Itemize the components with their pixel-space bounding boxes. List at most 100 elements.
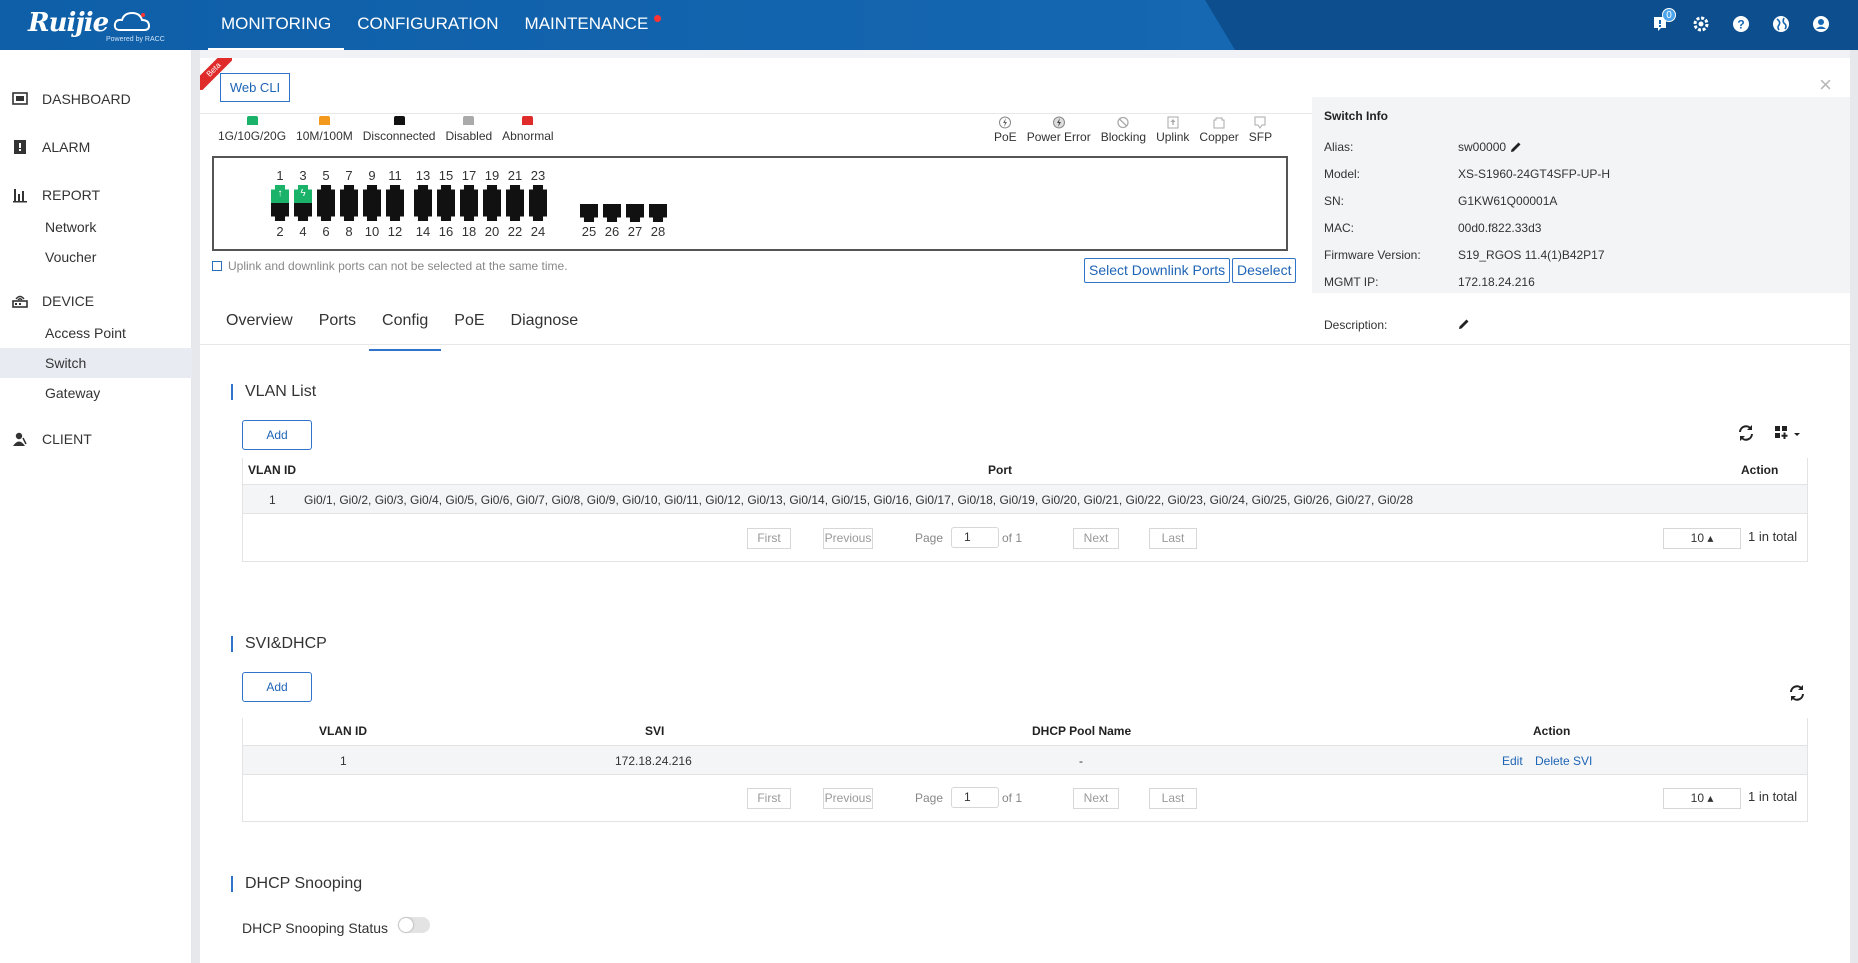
gear-icon[interactable] <box>1692 15 1712 35</box>
last-page-button[interactable]: Last <box>1149 528 1197 549</box>
nav-configuration[interactable]: CONFIGURATION <box>344 0 511 50</box>
table-row[interactable]: 1 172.18.24.216 - Edit Delete SVI <box>243 745 1807 775</box>
page-size-select[interactable]: 10 ▴ <box>1663 528 1741 549</box>
page-number-input[interactable]: 1 <box>951 787 999 808</box>
nav-maintenance[interactable]: MAINTENANCE <box>512 0 667 50</box>
port-number-label: 17 <box>461 168 477 183</box>
deselect-button[interactable]: Deselect <box>1232 258 1297 283</box>
switch-port-8[interactable] <box>340 203 358 221</box>
sidebar-item-client[interactable]: CLIENT <box>0 424 192 454</box>
edit-alias-pencil-icon[interactable] <box>1510 141 1522 153</box>
page-label: Page <box>915 791 944 805</box>
web-cli-button[interactable]: Web CLI <box>220 73 290 102</box>
page-number-input[interactable]: 1 <box>951 527 999 548</box>
table-row[interactable]: 1 Gi0/1, Gi0/2, Gi0/3, Gi0/4, Gi0/5, Gi0… <box>243 484 1807 514</box>
switch-port-4[interactable] <box>294 203 312 221</box>
column-settings-icon[interactable] <box>1774 424 1802 442</box>
globe-icon[interactable] <box>1772 15 1792 35</box>
svi-vlan-id-header: VLAN ID <box>319 724 367 738</box>
switch-port-panel: 1 ↑ 3 ϟ 5 7 9 11 13 15 17 19 21 23 2 4 6 8 10 12 14 16 18 20 22 2… <box>212 156 1288 251</box>
first-page-button[interactable]: First <box>747 528 791 549</box>
svi-dhcp-title: SVI&DHCP <box>231 636 327 652</box>
switch-port-16[interactable] <box>437 203 455 221</box>
switch-port-20[interactable] <box>483 203 501 221</box>
sidebar-item-voucher[interactable]: Voucher <box>0 242 192 272</box>
switch-port-19[interactable] <box>483 185 501 203</box>
switch-info-box: Switch Info Alias: sw00000 Model: XS-S19… <box>1312 97 1850 293</box>
switch-port-6[interactable] <box>317 203 335 221</box>
total-count: 1 in total <box>1748 529 1798 544</box>
port-number-label: 24 <box>530 224 546 239</box>
switch-port-27[interactable] <box>626 204 644 222</box>
uplink-icon <box>1167 116 1179 129</box>
last-page-button[interactable]: Last <box>1149 788 1197 809</box>
notification-icon[interactable]: 0 <box>1652 8 1676 35</box>
dhcp-snooping-toggle[interactable] <box>398 917 430 933</box>
sidebar-item-device[interactable]: DEVICE <box>0 286 192 316</box>
close-icon[interactable]: × <box>1819 72 1832 98</box>
action-header: Action <box>1741 463 1779 477</box>
switch-port-14[interactable] <box>414 203 432 221</box>
add-svi-button[interactable]: Add <box>242 672 312 702</box>
previous-page-button[interactable]: Previous <box>823 528 873 549</box>
sidebar-item-alarm[interactable]: ALARM <box>0 132 192 162</box>
refresh-icon[interactable] <box>1737 424 1755 442</box>
switch-port-5[interactable] <box>317 185 335 203</box>
sidebar-item-switch[interactable]: Switch <box>0 348 192 378</box>
next-page-button[interactable]: Next <box>1073 788 1119 809</box>
info-label-mgmt-ip: MGMT IP: <box>1324 275 1379 289</box>
nav-monitoring[interactable]: MONITORING <box>208 0 345 50</box>
page-scrollbar[interactable] <box>1850 50 1858 963</box>
switch-port-11[interactable] <box>386 185 404 203</box>
switch-port-22[interactable] <box>506 203 524 221</box>
switch-port-26[interactable] <box>603 204 621 222</box>
sidebar-item-network[interactable]: Network <box>0 212 192 242</box>
refresh-icon[interactable] <box>1788 684 1806 702</box>
first-page-button[interactable]: First <box>747 788 791 809</box>
sidebar-item-access-point[interactable]: Access Point <box>0 318 192 348</box>
ruijie-logo[interactable]: Ruijie Powered by RACC <box>28 8 165 44</box>
switch-port-10[interactable] <box>363 203 381 221</box>
switch-port-15[interactable] <box>437 185 455 203</box>
powered-by-text: Powered by RACC <box>106 36 165 43</box>
switch-port-28[interactable] <box>649 204 667 222</box>
sidebar-item-report[interactable]: REPORT <box>0 180 192 210</box>
switch-port-23[interactable] <box>529 185 547 203</box>
delete-svi-link[interactable]: Delete SVI <box>1535 754 1592 768</box>
edit-description-pencil-icon[interactable] <box>1458 318 1470 330</box>
svi-header: SVI <box>645 724 665 738</box>
switch-port-18[interactable] <box>460 203 478 221</box>
sidebar-item-dashboard[interactable]: DASHBOARD <box>0 84 192 114</box>
port-number-label: 8 <box>345 224 353 239</box>
dhcp-snooping-status-label: DHCP Snooping Status <box>242 920 389 936</box>
switch-port-17[interactable] <box>460 185 478 203</box>
page-size-select[interactable]: 10 ▴ <box>1663 788 1741 809</box>
legend-label: Uplink <box>1156 130 1190 144</box>
edit-svi-link[interactable]: Edit <box>1502 754 1523 768</box>
port-number-label: 28 <box>650 224 666 239</box>
sidebar-label-dashboard: DASHBOARD <box>42 91 131 107</box>
switch-port-25[interactable] <box>580 204 598 222</box>
legend-label: 10M/100M <box>296 129 353 143</box>
legend-1g: 1G/10G/20G <box>218 116 286 143</box>
user-account-icon[interactable] <box>1812 15 1832 35</box>
select-downlink-ports-button[interactable]: Select Downlink Ports <box>1084 258 1231 283</box>
previous-page-button[interactable]: Previous <box>823 788 873 809</box>
switch-port-12[interactable] <box>386 203 404 221</box>
page-label: Page <box>915 531 944 545</box>
port-number-label: 1 <box>276 168 284 183</box>
switch-port-2[interactable] <box>271 203 289 221</box>
switch-port-13[interactable] <box>414 185 432 203</box>
switch-port-24[interactable] <box>529 203 547 221</box>
port-number-label: 9 <box>368 168 376 183</box>
sidebar-item-gateway[interactable]: Gateway <box>0 378 192 408</box>
switch-port-9[interactable] <box>363 185 381 203</box>
vlan-port-cell: Gi0/1, Gi0/2, Gi0/3, Gi0/4, Gi0/5, Gi0/6… <box>304 493 1414 507</box>
port-status-legend: 1G/10G/20G 10M/100M Disconnected Disable… <box>218 116 554 143</box>
next-page-button[interactable]: Next <box>1073 528 1119 549</box>
switch-port-21[interactable] <box>506 185 524 203</box>
port-number-label: 10 <box>364 224 380 239</box>
switch-port-7[interactable] <box>340 185 358 203</box>
add-vlan-button[interactable]: Add <box>242 420 312 450</box>
help-icon[interactable]: ? <box>1732 15 1752 35</box>
